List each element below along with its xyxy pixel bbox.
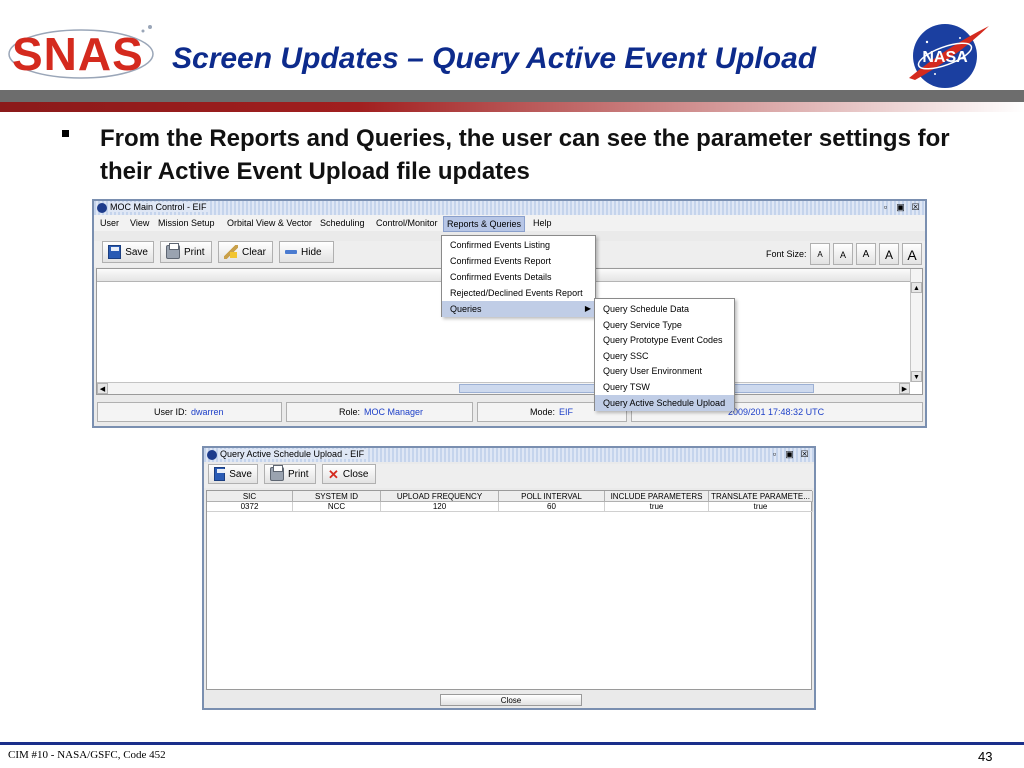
menu-item-confirmed-events-listing[interactable]: Confirmed Events Listing [442, 237, 595, 253]
status-bar: User ID: dwarren Role: MOC Manager Mode: EI… [94, 400, 925, 422]
column-header-sic[interactable]: SIC [207, 491, 293, 502]
font-size-l-button[interactable]: A [879, 243, 899, 265]
menu-item-query-service-type[interactable]: Query Service Type [595, 317, 734, 333]
scroll-down-arrow-icon[interactable]: ▼ [911, 371, 922, 382]
menu-view[interactable]: View [130, 218, 149, 228]
query-toolbar: Save Print ✕ Close [204, 464, 814, 488]
header-band [0, 90, 1024, 102]
broom-icon [224, 245, 238, 259]
scroll-left-arrow-icon[interactable]: ◀ [97, 383, 108, 394]
font-size-s-button[interactable]: A [833, 243, 853, 265]
menu-item-rejected-declined-report[interactable]: Rejected/Declined Events Report [442, 285, 595, 301]
column-header-upload-frequency[interactable]: UPLOAD FREQUENCY [381, 491, 499, 502]
menu-bar: User View Mission Setup Orbital View & V… [94, 215, 925, 232]
menu-item-confirmed-events-details[interactable]: Confirmed Events Details [442, 269, 595, 285]
table-row[interactable]: 0372 NCC 120 60 true true [207, 502, 813, 512]
snas-logo-text: SNAS [12, 28, 144, 80]
scroll-up-arrow-icon[interactable]: ▲ [911, 282, 922, 293]
cell-translate-parameters: true [709, 502, 813, 512]
table-header: SIC SYSTEM ID UPLOAD FREQUENCY POLL INTE… [207, 491, 813, 502]
cell-include-parameters: true [605, 502, 709, 512]
printer-icon [270, 465, 284, 481]
menu-item-query-active-schedule-upload[interactable]: Query Active Schedule Upload [595, 395, 734, 411]
font-size-xl-button[interactable]: A [902, 243, 922, 265]
status-role: Role: MOC Manager [286, 402, 473, 422]
minimize-button[interactable]: ▫ [880, 202, 891, 213]
status-user: User ID: dwarren [97, 402, 282, 422]
menu-reports-queries[interactable]: Reports & Queries [443, 216, 526, 232]
printer-icon [166, 243, 180, 259]
nasa-logo-text: NASA [922, 49, 968, 66]
close-bottom-button[interactable]: Close [440, 694, 582, 706]
submenu-arrow-icon: ▶ [584, 304, 591, 313]
menu-help[interactable]: Help [533, 218, 552, 228]
nasa-meatball-logo: NASA [905, 18, 991, 90]
close-window-button[interactable]: ☒ [799, 449, 810, 460]
results-table: SIC SYSTEM ID UPLOAD FREQUENCY POLL INTE… [206, 490, 813, 690]
cell-upload-frequency: 120 [381, 502, 499, 512]
footer-text: CIM #10 - NASA/GSFC, Code 452 [8, 749, 166, 761]
menu-control-monitor[interactable]: Control/Monitor [376, 218, 438, 228]
column-header-translate-parameters[interactable]: TRANSLATE PARAMETE... [709, 491, 813, 502]
menu-orbital-view[interactable]: Orbital View & Vector [227, 218, 312, 228]
maximize-button[interactable]: ▣ [895, 202, 906, 213]
menu-mission-setup[interactable]: Mission Setup [158, 218, 215, 228]
vertical-scrollbar[interactable]: ▲ ▼ [910, 269, 922, 382]
window-title: MOC Main Control - EIF [110, 202, 210, 212]
window-titlebar[interactable]: MOC Main Control - EIF ▫ ▣ ☒ [94, 201, 925, 215]
font-size-m-button[interactable]: A [856, 243, 876, 265]
cell-system-id: NCC [293, 502, 381, 512]
menu-user[interactable]: User [100, 218, 119, 228]
save-icon [108, 245, 122, 259]
slide-title: Screen Updates – Query Active Event Uplo… [172, 42, 817, 75]
font-size-xs-button[interactable]: A [810, 243, 830, 265]
font-size-label: Font Size: [766, 249, 807, 259]
app-icon [207, 450, 217, 460]
save-icon [214, 467, 226, 481]
cell-sic: 0372 [207, 502, 293, 512]
menu-item-queries[interactable]: Queries ▶ [442, 301, 595, 317]
close-window-button[interactable]: ☒ [910, 202, 921, 213]
menu-item-query-tsw[interactable]: Query TSW [595, 379, 734, 395]
print-button[interactable]: Print [160, 241, 212, 263]
save-button[interactable]: Save [208, 464, 258, 484]
header-band-accent [0, 102, 1024, 112]
footer-rule [0, 742, 1024, 745]
menu-item-query-user-environment[interactable]: Query User Environment [595, 363, 734, 379]
menu-item-query-ssc[interactable]: Query SSC [595, 348, 734, 364]
scroll-right-arrow-icon[interactable]: ▶ [899, 383, 910, 394]
menu-item-confirmed-events-report[interactable]: Confirmed Events Report [442, 253, 595, 269]
column-header-poll-interval[interactable]: POLL INTERVAL [499, 491, 605, 502]
menu-scheduling[interactable]: Scheduling [320, 218, 365, 228]
save-button[interactable]: Save [102, 241, 154, 263]
close-x-icon: ✕ [328, 466, 339, 482]
window-titlebar[interactable]: Query Active Schedule Upload - EIF ▫ ▣ ☒ [204, 448, 814, 462]
clear-button[interactable]: Clear [218, 241, 273, 263]
column-header-include-parameters[interactable]: INCLUDE PARAMETERS [605, 491, 709, 502]
hide-button[interactable]: Hide [279, 241, 334, 263]
bullet-text: From the Reports and Queries, the user c… [100, 125, 950, 185]
close-button[interactable]: ✕ Close [322, 464, 376, 484]
queries-submenu: Query Schedule Data Query Service Type Q… [594, 298, 735, 411]
query-active-schedule-upload-window: Query Active Schedule Upload - EIF ▫ ▣ ☒… [202, 446, 816, 710]
reports-queries-menu: Confirmed Events Listing Confirmed Event… [441, 235, 596, 317]
bullet-icon [62, 130, 69, 137]
app-icon [97, 203, 107, 213]
column-header-system-id[interactable]: SYSTEM ID [293, 491, 381, 502]
page-number: 43 [978, 749, 993, 764]
window-title: Query Active Schedule Upload - EIF [220, 449, 368, 459]
minus-icon [285, 250, 297, 254]
minimize-button[interactable]: ▫ [769, 449, 780, 460]
maximize-button[interactable]: ▣ [784, 449, 795, 460]
print-button[interactable]: Print [264, 464, 316, 484]
cell-poll-interval: 60 [499, 502, 605, 512]
horizontal-scrollbar[interactable]: ◀ ▶ [97, 382, 910, 394]
menu-item-query-prototype-event-codes[interactable]: Query Prototype Event Codes [595, 332, 734, 348]
menu-item-query-schedule-data[interactable]: Query Schedule Data [595, 301, 734, 317]
